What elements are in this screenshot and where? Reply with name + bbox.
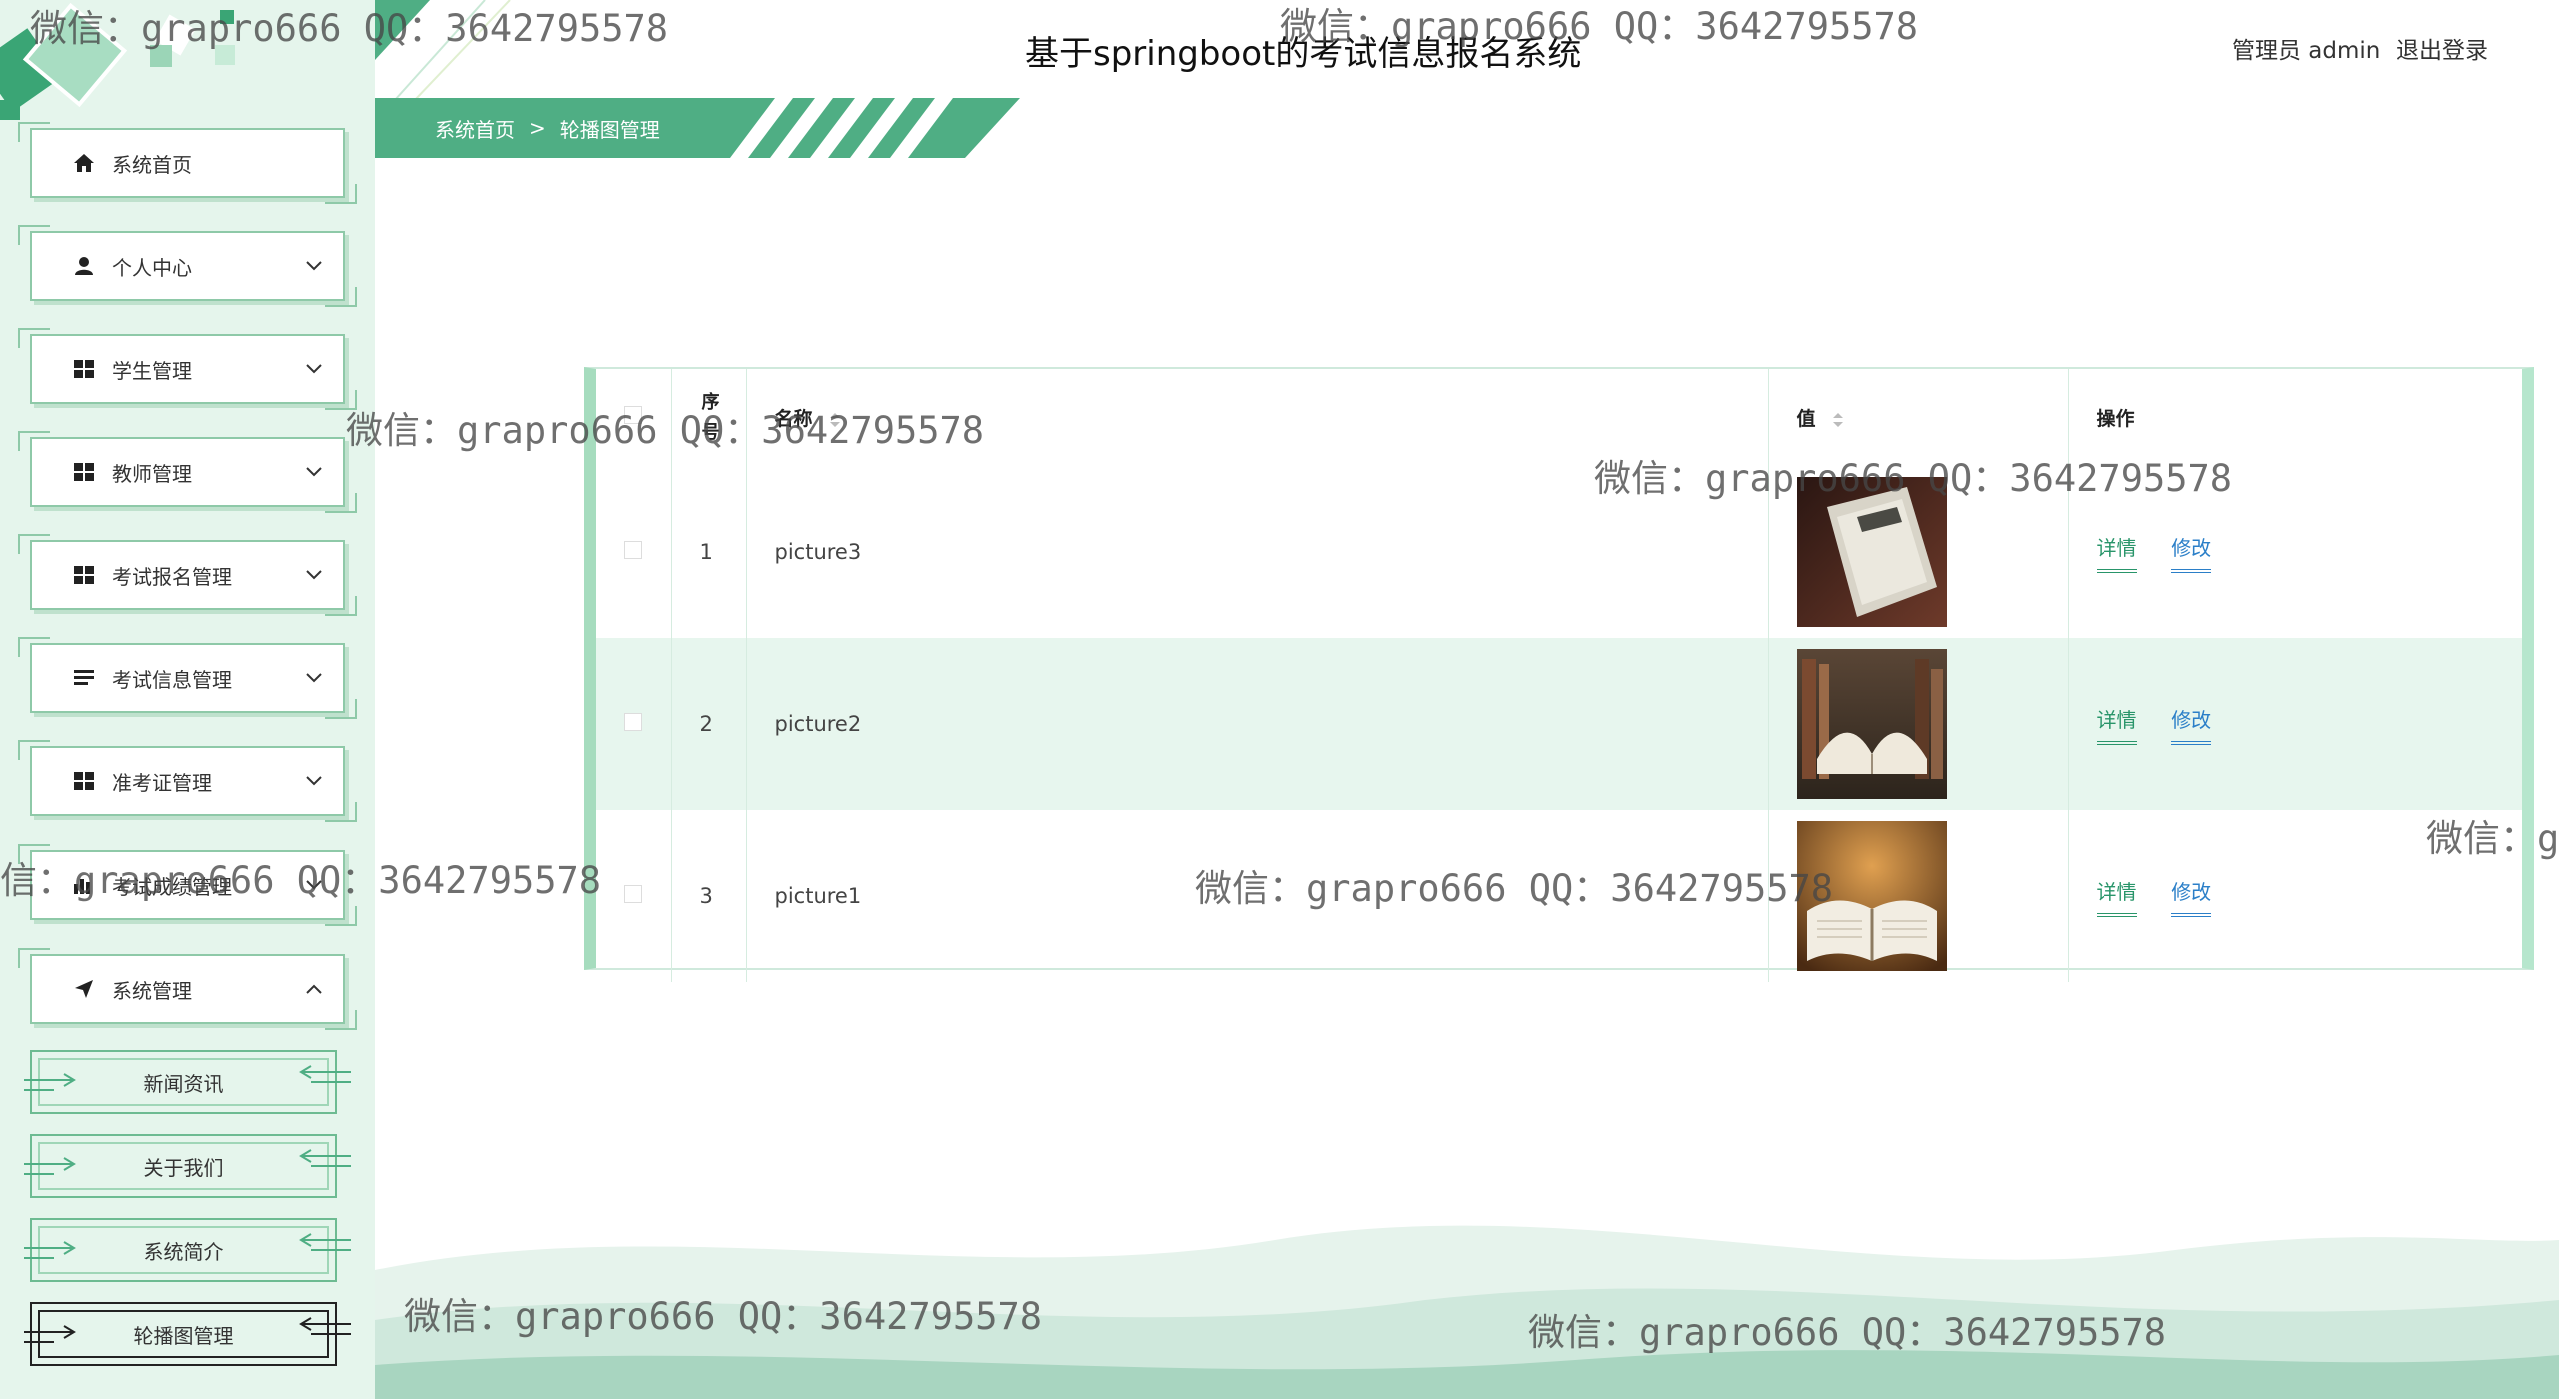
chevron-down-icon xyxy=(303,673,325,683)
row-name: picture2 xyxy=(746,638,1769,810)
arrow-right-icon xyxy=(24,1073,76,1091)
sidebar-item-label: 学生管理 xyxy=(112,358,192,383)
app-title: 基于springboot的考试信息报名系统 xyxy=(1025,34,1582,74)
row-checkbox[interactable] xyxy=(624,885,642,903)
sidebar-item-label: 系统首页 xyxy=(112,152,192,177)
list-icon xyxy=(72,666,96,690)
row-checkbox[interactable] xyxy=(624,713,642,731)
arrow-left-icon xyxy=(299,1317,351,1335)
col-header-value[interactable]: 值 xyxy=(1768,369,2069,466)
arrow-right-icon xyxy=(24,1325,76,1343)
submenu-item-system-intro[interactable]: 系统简介 xyxy=(24,1218,351,1282)
send-icon xyxy=(72,977,96,1001)
sidebar-item-label: 系统管理 xyxy=(112,978,192,1003)
bottom-wave-decoration xyxy=(375,1225,2559,1399)
carousel-image-book-on-table[interactable] xyxy=(1796,477,1947,627)
table-row: 1 picture3 详情 修改 xyxy=(596,466,2522,638)
row-actions: 详情 修改 xyxy=(2068,466,2522,638)
submenu-item-label: 系统简介 xyxy=(143,1239,224,1264)
chevron-down-icon xyxy=(303,570,325,580)
logout-button[interactable]: 退出登录 xyxy=(2396,31,2488,65)
chevron-down-icon xyxy=(303,467,325,477)
grid-icon xyxy=(72,460,96,484)
row-actions: 详情 修改 xyxy=(2068,810,2522,982)
col-header-name[interactable]: 名称 xyxy=(746,369,1769,466)
submenu-item-carousel-management[interactable]: 轮播图管理 xyxy=(24,1302,351,1366)
carousel-table: 序号 名称 值 操作 1 picture3 详情 修改 2 picture2 详… xyxy=(584,367,2534,982)
edit-button[interactable]: 修改 xyxy=(2171,532,2212,573)
row-image-cell xyxy=(1768,638,2069,810)
breadcrumb-home[interactable]: 系统首页 xyxy=(435,114,515,143)
user-icon xyxy=(72,254,96,278)
carousel-image-open-book-warm[interactable] xyxy=(1796,821,1947,971)
table-header-row: 序号 名称 值 操作 xyxy=(596,369,2522,466)
arrow-right-icon xyxy=(24,1241,76,1259)
chevron-down-icon xyxy=(303,364,325,374)
col-header-index: 序号 xyxy=(671,369,747,466)
submenu-item-label: 新闻资讯 xyxy=(143,1071,224,1096)
user-info: 管理员 admin xyxy=(2232,38,2381,64)
breadcrumb-separator: > xyxy=(529,116,546,140)
edit-button[interactable]: 修改 xyxy=(2171,704,2212,745)
sidebar-item-label: 考试成绩管理 xyxy=(112,874,232,899)
breadcrumb-current: 轮播图管理 xyxy=(559,117,660,142)
table-row: 3 picture1 详情 修改 xyxy=(596,810,2522,982)
table-row: 2 picture2 详情 修改 xyxy=(596,638,2522,810)
chevron-down-icon xyxy=(303,261,325,271)
chevron-down-icon xyxy=(303,776,325,786)
sidebar-item-exam-registration[interactable]: 考试报名管理 xyxy=(18,534,357,616)
select-all-cell xyxy=(596,369,672,466)
arrow-left-icon xyxy=(299,1233,351,1251)
detail-button[interactable]: 详情 xyxy=(2096,704,2137,745)
home-icon xyxy=(72,151,96,175)
sidebar-item-student-management[interactable]: 学生管理 xyxy=(18,328,357,410)
detail-button[interactable]: 详情 xyxy=(2096,876,2137,917)
arrow-left-icon xyxy=(299,1149,351,1167)
submenu-item-about-us[interactable]: 关于我们 xyxy=(24,1134,351,1198)
sidebar-item-admission-ticket[interactable]: 准考证管理 xyxy=(18,740,357,822)
row-image-cell xyxy=(1768,466,2069,638)
arrow-right-icon xyxy=(24,1157,76,1175)
breadcrumb: 系统首页 > 轮播图管理 xyxy=(375,98,1025,158)
sidebar-item-label: 教师管理 xyxy=(112,461,192,486)
grid-icon xyxy=(72,357,96,381)
sort-icon[interactable] xyxy=(829,411,841,429)
chevron-down-icon xyxy=(303,880,325,890)
col-header-actions: 操作 xyxy=(2096,408,2135,430)
row-checkbox[interactable] xyxy=(624,541,642,559)
sidebar-item-home[interactable]: 系统首页 xyxy=(18,122,357,204)
row-actions: 详情 修改 xyxy=(2068,638,2522,810)
arrow-left-icon xyxy=(299,1065,351,1083)
sidebar: 系统首页 个人中心 学生管理 教师管理 考试报名管理 考试信息管理 准考证管理 … xyxy=(0,0,375,1399)
row-image-cell xyxy=(1768,810,2069,982)
submenu-item-label: 关于我们 xyxy=(143,1155,224,1180)
chevron-up-icon xyxy=(303,984,325,994)
row-name: picture3 xyxy=(746,466,1769,638)
row-index: 3 xyxy=(671,810,747,982)
row-index: 1 xyxy=(671,466,747,638)
sidebar-item-label: 考试信息管理 xyxy=(112,667,232,692)
sidebar-item-exam-info[interactable]: 考试信息管理 xyxy=(18,637,357,719)
sidebar-item-label: 个人中心 xyxy=(112,255,192,280)
row-index: 2 xyxy=(671,638,747,810)
sort-icon[interactable] xyxy=(1832,411,1844,429)
grid-icon xyxy=(72,563,96,587)
submenu-item-label: 轮播图管理 xyxy=(133,1323,234,1348)
detail-button[interactable]: 详情 xyxy=(2096,532,2137,573)
select-all-checkbox[interactable] xyxy=(624,406,642,424)
sidebar-item-system-management[interactable]: 系统管理 xyxy=(18,948,357,1030)
chart-icon xyxy=(72,873,96,897)
edit-button[interactable]: 修改 xyxy=(2171,876,2212,917)
row-name: picture1 xyxy=(746,810,1769,982)
sidebar-item-label: 考试报名管理 xyxy=(112,564,232,589)
sidebar-item-label: 准考证管理 xyxy=(112,770,212,795)
sidebar-item-teacher-management[interactable]: 教师管理 xyxy=(18,431,357,513)
carousel-image-open-book-library[interactable] xyxy=(1796,649,1947,799)
sidebar-item-exam-scores[interactable]: 考试成绩管理 xyxy=(18,844,357,926)
submenu-item-news[interactable]: 新闻资讯 xyxy=(24,1050,351,1114)
header-decoration xyxy=(375,0,511,100)
sidebar-decoration xyxy=(0,2,235,120)
sidebar-item-personal-center[interactable]: 个人中心 xyxy=(18,225,357,307)
grid-icon xyxy=(72,769,96,793)
